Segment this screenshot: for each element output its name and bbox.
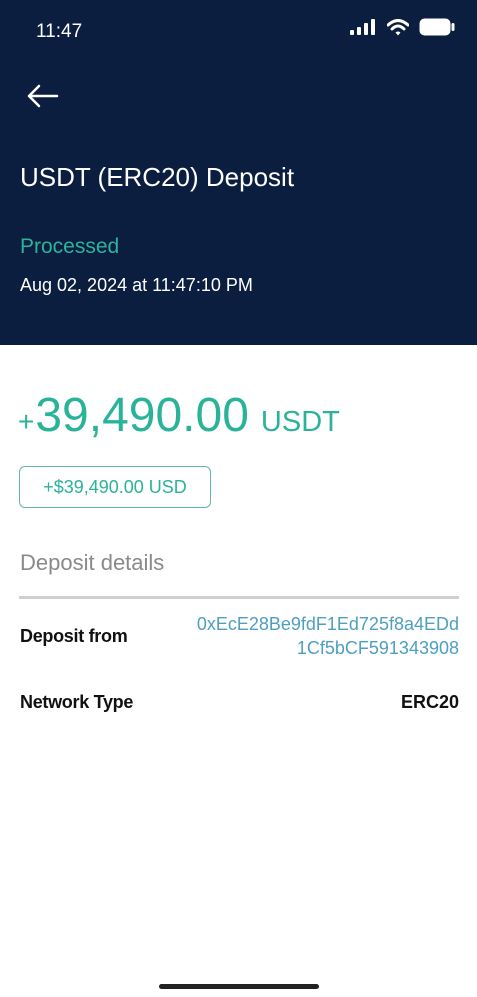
transaction-datetime: Aug 02, 2024 at 11:47:10 PM — [20, 275, 253, 295]
amount-currency: USDT — [260, 406, 340, 438]
section-divider — [19, 596, 459, 599]
back-button[interactable] — [22, 80, 62, 112]
wifi-icon — [387, 18, 409, 35]
network-type-value: ERC20 — [400, 692, 459, 712]
cellular-signal-icon — [350, 19, 375, 35]
page-title: USDT (ERC20) Deposit — [20, 162, 295, 192]
battery-icon — [419, 18, 455, 36]
usd-equivalent-badge: +$39,490.00 USD — [19, 466, 211, 508]
status-bar-icons — [350, 18, 455, 36]
arrow-left-icon — [27, 84, 59, 108]
amount-value: 39,490.00 — [35, 389, 249, 442]
deposit-from-address[interactable]: 0xEcE28Be9fdF1Ed725f8a4EDd1Cf5bCF5913439… — [189, 612, 459, 660]
deposit-from-label: Deposit from — [20, 626, 128, 646]
header: 11:47 USDT (ERC20) Deposit Processed Aug… — [0, 0, 477, 345]
transaction-status: Processed — [20, 235, 120, 258]
deposit-details-title: Deposit details — [20, 550, 165, 575]
status-bar-time: 11:47 — [36, 21, 83, 42]
network-type-label: Network Type — [20, 692, 134, 712]
amount-sign: + — [18, 406, 35, 437]
home-indicator — [159, 984, 319, 989]
deposit-amount: + 39,490.00 USDT — [18, 388, 340, 450]
